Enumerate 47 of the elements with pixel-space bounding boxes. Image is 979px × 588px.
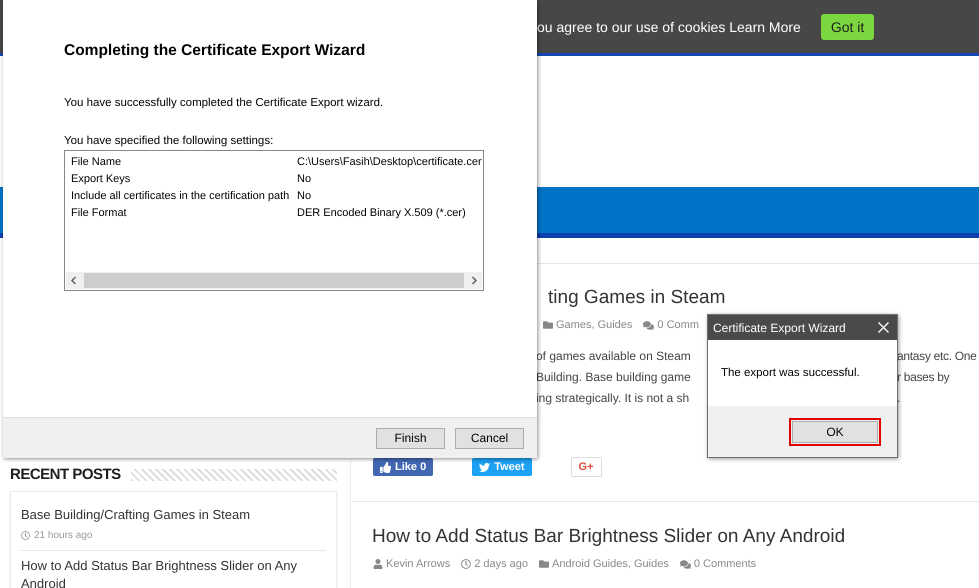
folder-icon	[539, 559, 550, 569]
excerpt-text: r bases by	[897, 370, 950, 384]
recent-post-link[interactable]: Base Building/Crafting Games in Steam	[21, 506, 326, 524]
setting-value: C:\Users\Fasih\Desktop\certificate.cer	[297, 156, 482, 168]
share-button[interactable]: G+	[570, 457, 602, 477]
close-icon[interactable]	[878, 322, 889, 333]
dialog-button[interactable]: Cancel	[455, 428, 524, 448]
setting-value: No	[297, 190, 312, 202]
post-meta[interactable]: Android Guides, Guides	[539, 558, 669, 570]
share-button[interactable]: Like 0	[373, 458, 434, 476]
post-meta[interactable]: 0 Comments	[680, 558, 756, 570]
dialog-title: Certificate Export Wizard	[713, 320, 846, 334]
clock-icon	[21, 531, 30, 540]
post-time: 21 hours ago	[21, 530, 326, 541]
horizontal-scrollbar[interactable]	[66, 272, 482, 289]
excerpt-text: ing strategically. It is not a sh	[536, 390, 690, 404]
section-heading: RECENT POSTS	[10, 466, 121, 483]
post-meta: Kevin Arrows	[373, 558, 450, 570]
comments-icon	[643, 320, 654, 330]
dialog-message: The export was successful.	[721, 367, 860, 379]
setting-name: Export Keys	[71, 172, 132, 184]
setting-name: File Name	[71, 156, 122, 168]
folder-icon	[543, 320, 553, 330]
excerpt-text: Building. Base building game	[536, 370, 692, 384]
wizard-message: You have successfully completed the Certificate Export wizard.	[64, 97, 384, 109]
user-icon	[373, 559, 383, 569]
recent-post-link[interactable]: How to Add Status Bar Brightness Slider on Any Android	[21, 557, 326, 588]
comments-icon	[680, 558, 691, 570]
article-title[interactable]: ting Games in Steam	[548, 285, 726, 311]
post-meta[interactable]: Games, Guides	[543, 319, 632, 331]
setting-value: No	[297, 172, 312, 184]
wizard-heading: Completing the Certificate Export Wizard	[64, 42, 366, 60]
setting-value: DER Encoded Binary X.509 (*.cer)	[297, 206, 466, 218]
post-meta: 2 days ago	[461, 558, 528, 570]
cookie-notice: ou agree to our use of cookies Learn More	[537, 18, 801, 34]
dialog-button[interactable]: Finish	[376, 428, 445, 448]
excerpt-text: antasy etc. One	[897, 348, 977, 362]
setting-name: File Format	[71, 206, 128, 218]
got-it-button[interactable]: Got it	[820, 14, 874, 40]
clock-icon	[461, 559, 472, 569]
thumbs-up-icon	[380, 462, 391, 472]
bird-icon	[479, 462, 490, 472]
post-meta[interactable]: 0 Comm	[643, 319, 699, 331]
article-title[interactable]: How to Add Status Bar Brightness Slider on Any Android	[372, 524, 846, 550]
settings-label: You have specified the following settings:	[64, 135, 274, 147]
setting-name: Include all certificates in the certification path	[71, 190, 290, 202]
excerpt-text: .	[897, 390, 900, 404]
